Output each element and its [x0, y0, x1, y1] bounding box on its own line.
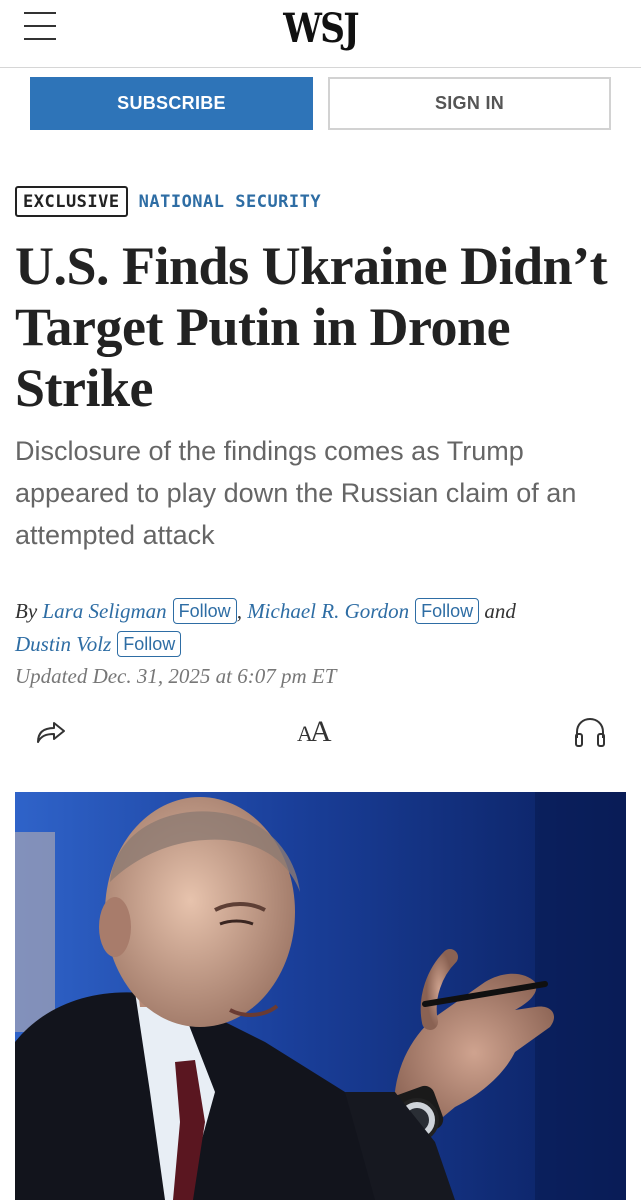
text-size-glyph: AA	[297, 715, 332, 748]
sign-in-button[interactable]: SIGN IN	[328, 77, 611, 130]
headphones-icon[interactable]	[570, 712, 610, 752]
byline-separator: ,	[236, 599, 242, 623]
top-bar: WSJ	[0, 0, 641, 68]
wsj-logo[interactable]: WSJ	[45, 4, 596, 54]
subscribe-button[interactable]: SUBSCRIBE	[30, 77, 313, 130]
article-timestamp: Updated Dec. 31, 2025 at 6:07 pm ET	[15, 664, 337, 688]
author-link-lara-seligman[interactable]: Lara Seligman	[42, 599, 166, 623]
article-photo	[15, 792, 626, 1200]
article-headline: U.S. Finds Ukraine Didn’t Target Putin i…	[15, 236, 608, 418]
byline-conjunction: and	[484, 599, 516, 623]
byline: By Lara Seligman Follow, Michael R. Gordo…	[15, 595, 630, 661]
photo-illustration	[15, 792, 626, 1200]
text-size-icon[interactable]: AA	[297, 712, 337, 752]
exclusive-badge: EXCLUSIVE	[15, 186, 128, 217]
section-link[interactable]: NATIONAL SECURITY	[139, 192, 322, 212]
article-flags: EXCLUSIVE NATIONAL SECURITY	[15, 186, 321, 217]
follow-button-michael-gordon[interactable]: Follow	[415, 598, 480, 624]
author-link-michael-gordon[interactable]: Michael R. Gordon	[247, 599, 409, 623]
follow-button-dustin-volz[interactable]: Follow	[117, 631, 182, 657]
byline-prefix: By	[15, 599, 38, 623]
article-dek: Disclosure of the findings comes as Trum…	[15, 436, 577, 550]
author-link-dustin-volz[interactable]: Dustin Volz	[15, 632, 111, 656]
share-icon[interactable]	[30, 712, 70, 752]
follow-button-lara-seligman[interactable]: Follow	[172, 598, 237, 624]
